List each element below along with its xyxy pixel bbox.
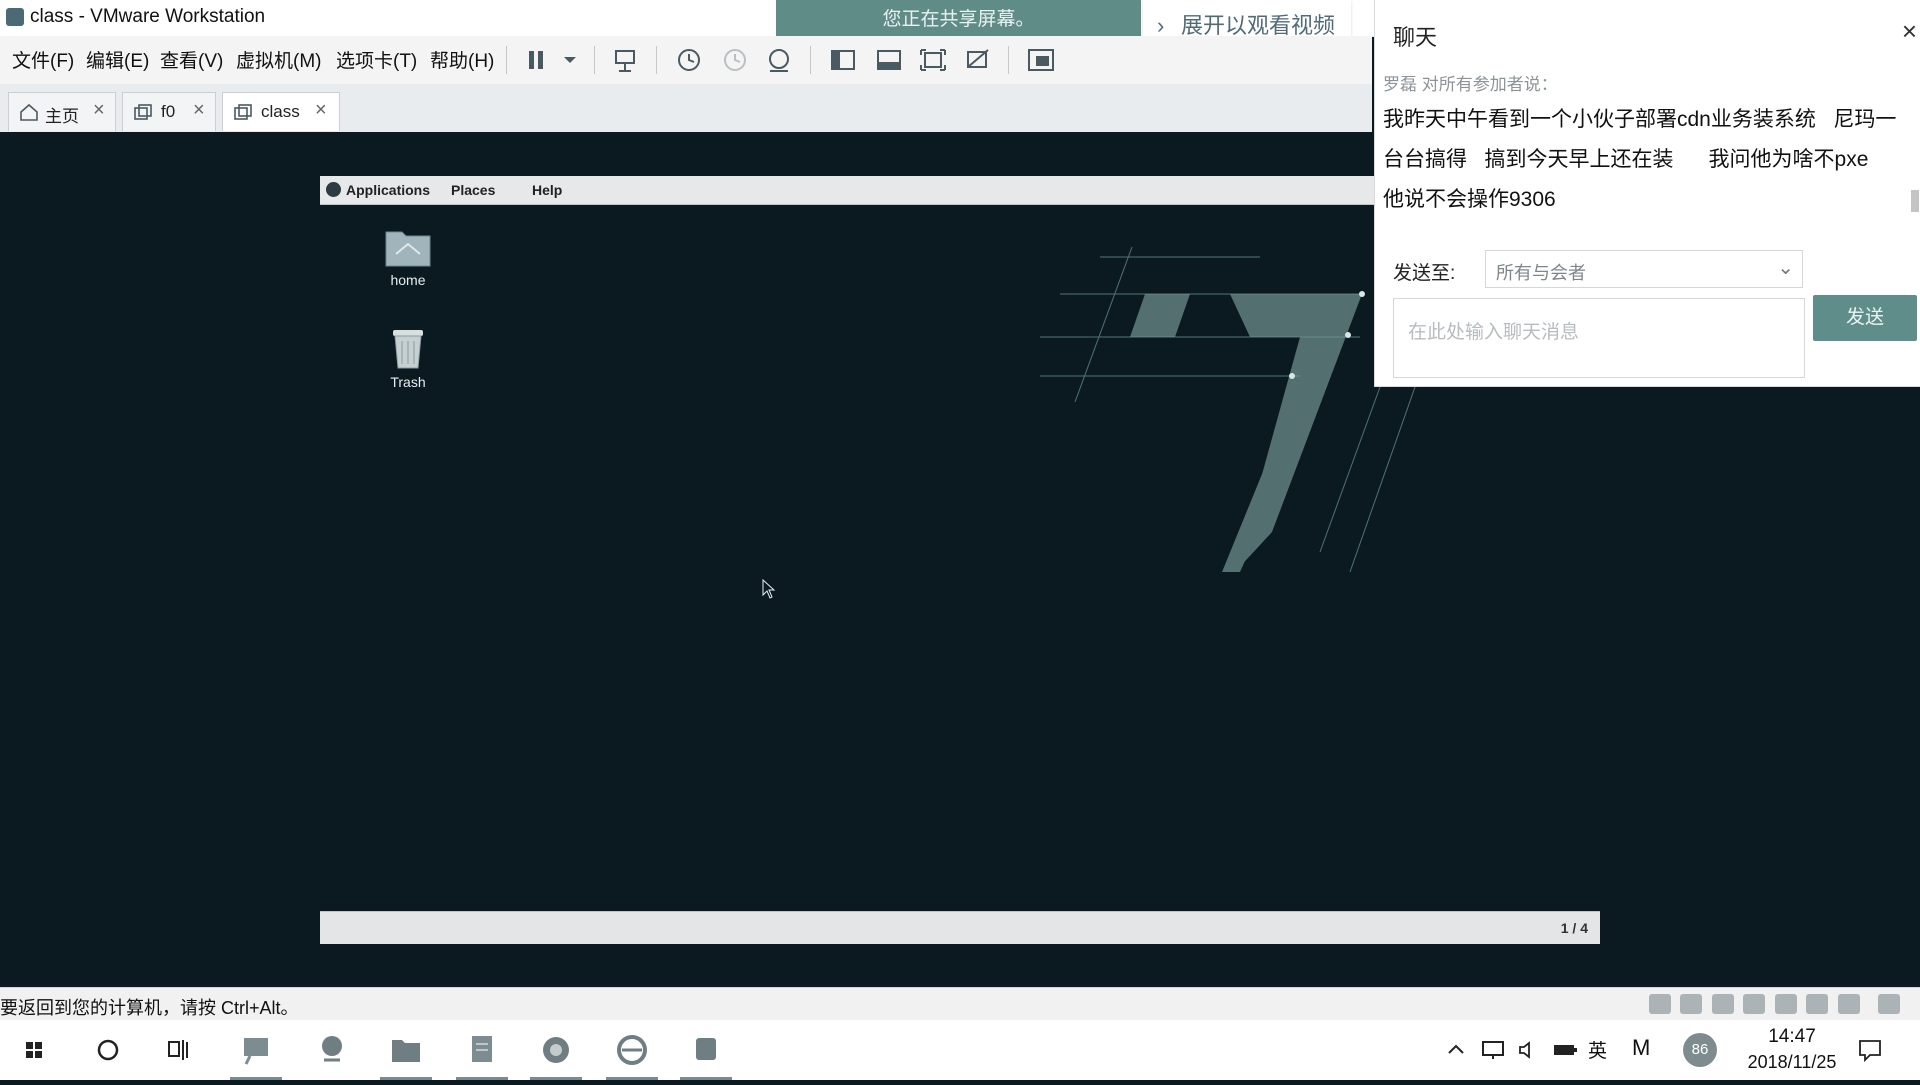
chevron-down-icon: ⌄ bbox=[1777, 257, 1794, 279]
vmware-app-icon bbox=[6, 8, 24, 26]
close-icon[interactable]: × bbox=[193, 99, 205, 122]
tab-bar: 主页 × f0 × class × bbox=[0, 84, 1372, 133]
desktop-icon-home[interactable]: home bbox=[358, 226, 458, 288]
message-log-icon[interactable] bbox=[1878, 994, 1900, 1014]
folder-icon bbox=[385, 231, 431, 267]
status-bar: 要返回到您的计算机，请按 Ctrl+Alt。 bbox=[0, 987, 1920, 1021]
unity-mode-icon[interactable] bbox=[963, 45, 993, 75]
clock-date[interactable]: 2018/11/25 bbox=[1722, 1052, 1862, 1073]
search-circle-icon[interactable] bbox=[78, 1020, 138, 1080]
folder-icon bbox=[392, 1040, 420, 1062]
screen-share-banner: 您正在共享屏幕。 bbox=[776, 0, 1141, 40]
tab-home[interactable]: 主页 × bbox=[8, 92, 116, 131]
snapshot-manager-icon[interactable] bbox=[764, 45, 794, 75]
sidebar-toggle-icon[interactable] bbox=[828, 45, 858, 75]
window-title: class - VMware Workstation bbox=[30, 6, 266, 27]
taskbar-app-2[interactable] bbox=[302, 1020, 362, 1080]
chevron-up-icon[interactable] bbox=[1444, 1038, 1468, 1062]
close-icon[interactable]: × bbox=[93, 99, 105, 122]
chat-panel: 聊天 × 罗磊 对所有参加者说： 我昨天中午看到一个小伙子部署cdn业务装系统 … bbox=[1374, 0, 1920, 387]
tray-m-icon[interactable]: M bbox=[1632, 1035, 1650, 1061]
guest-menu-applications[interactable]: Applications bbox=[346, 182, 430, 198]
vm-icon bbox=[234, 104, 252, 120]
internet-explorer-icon bbox=[617, 1035, 647, 1065]
windows-taskbar: 英 M 86 14:47 2018/11/25 bbox=[0, 1020, 1920, 1080]
pause-icon[interactable] bbox=[522, 45, 552, 75]
full-screen-icon[interactable] bbox=[918, 45, 948, 75]
revert-snapshot-icon[interactable] bbox=[720, 45, 750, 75]
input-language-indicator[interactable]: 英 bbox=[1588, 1036, 1607, 1063]
menu-view[interactable]: 查看(V) bbox=[160, 46, 223, 73]
taskbar-app-6[interactable] bbox=[602, 1020, 662, 1080]
menu-tabs[interactable]: 选项卡(T) bbox=[336, 46, 417, 73]
display-icon[interactable] bbox=[1837, 994, 1860, 1014]
vm-icon bbox=[134, 104, 152, 120]
device-status-icons bbox=[1644, 994, 1900, 1019]
trash-icon bbox=[393, 330, 423, 369]
taskbar-app-1[interactable] bbox=[226, 1020, 286, 1080]
guest-top-panel: Applications Places Help bbox=[320, 176, 1380, 205]
send-to-label: 发送至: bbox=[1393, 263, 1456, 284]
action-center-icon[interactable] bbox=[1856, 1036, 1884, 1064]
usb-device-icon[interactable] bbox=[1806, 994, 1829, 1014]
meeting-app-icon bbox=[244, 1038, 268, 1065]
task-view-icon[interactable] bbox=[150, 1020, 210, 1080]
tool-app-icon bbox=[322, 1036, 342, 1062]
printer-icon[interactable] bbox=[1743, 994, 1766, 1014]
desktop-icon-trash[interactable]: Trash bbox=[358, 326, 458, 390]
close-icon[interactable]: × bbox=[315, 99, 327, 122]
chat-message: 我昨天中午看到一个小伙子部署cdn业务装系统 尼玛一台台搞得 搞到今天早上还在装… bbox=[1383, 108, 1897, 211]
menu-file[interactable]: 文件(F) bbox=[12, 46, 74, 73]
guest-menu-places[interactable]: Places bbox=[451, 182, 495, 198]
send-button[interactable]: 发送 bbox=[1813, 295, 1917, 341]
taskbar-app-4[interactable] bbox=[452, 1020, 512, 1080]
menu-help[interactable]: 帮助(H) bbox=[430, 46, 494, 73]
chat-sender: 罗磊 对所有参加者说： bbox=[1383, 75, 1558, 94]
send-to-select[interactable]: 所有与会者 ⌄ bbox=[1485, 250, 1803, 288]
menu-vm[interactable]: 虚拟机(M) bbox=[236, 46, 321, 73]
send-ctrl-alt-del-icon[interactable] bbox=[610, 45, 640, 75]
clock-time[interactable]: 14:47 bbox=[1742, 1026, 1842, 1048]
taskbar-app-5[interactable] bbox=[526, 1020, 586, 1080]
gnome-foot-icon bbox=[326, 182, 341, 197]
windows-start-icon[interactable] bbox=[4, 1020, 64, 1080]
browser-icon bbox=[543, 1037, 569, 1063]
chat-input[interactable]: 在此处输入聊天消息 bbox=[1393, 298, 1805, 378]
network-adapter-icon[interactable] bbox=[1711, 994, 1734, 1014]
document-editor-icon bbox=[472, 1036, 492, 1062]
taskbar-file-explorer[interactable] bbox=[376, 1020, 436, 1080]
mouse-pointer-icon bbox=[762, 579, 776, 599]
guest-menu-help[interactable]: Help bbox=[532, 182, 562, 198]
taskbar-vmware[interactable] bbox=[676, 1020, 736, 1080]
close-icon[interactable]: × bbox=[1902, 16, 1917, 47]
chat-title: 聊天 bbox=[1393, 25, 1438, 50]
status-hint: 要返回到您的计算机，请按 Ctrl+Alt。 bbox=[0, 998, 299, 1018]
thumbnail-bar-icon[interactable] bbox=[874, 45, 904, 75]
guest-bottom-panel: 1 / 4 bbox=[320, 911, 1600, 944]
battery-icon[interactable] bbox=[1552, 1038, 1578, 1062]
menu-bar: 文件(F) 编辑(E) 查看(V) 虚拟机(M) 选项卡(T) 帮助(H) bbox=[0, 36, 1372, 84]
volume-icon[interactable] bbox=[1516, 1038, 1540, 1062]
sound-card-icon[interactable] bbox=[1774, 994, 1797, 1014]
dropdown-arrow-icon[interactable] bbox=[555, 45, 585, 75]
vmware-icon bbox=[696, 1038, 716, 1060]
tab-class[interactable]: class × bbox=[222, 92, 340, 131]
home-icon bbox=[20, 103, 38, 121]
tab-f0[interactable]: f0 × bbox=[122, 92, 216, 131]
chat-scrollbar[interactable] bbox=[1909, 66, 1919, 244]
hard-disk-icon[interactable] bbox=[1648, 994, 1671, 1014]
cd-rom-icon[interactable] bbox=[1680, 994, 1703, 1014]
console-view-icon[interactable] bbox=[1026, 45, 1056, 75]
menu-edit[interactable]: 编辑(E) bbox=[86, 46, 149, 73]
snapshot-icon[interactable] bbox=[674, 45, 704, 75]
network-icon[interactable] bbox=[1480, 1038, 1508, 1062]
notification-badge[interactable]: 86 bbox=[1683, 1033, 1717, 1067]
workspace-pager[interactable]: 1 / 4 bbox=[1561, 920, 1588, 936]
